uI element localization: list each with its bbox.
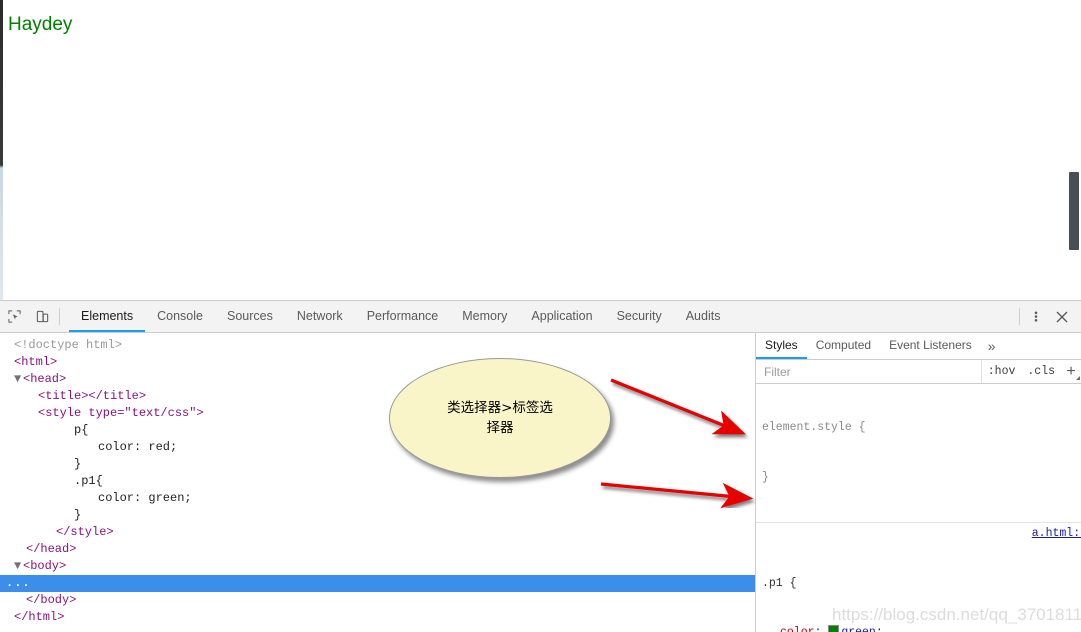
styles-filter-bar: :hov .cls + [756, 360, 1081, 384]
tab-network[interactable]: Network [285, 301, 355, 332]
dropdown-corner-icon [1076, 376, 1080, 380]
dom-line-body-open[interactable]: ▼ <body> [0, 558, 755, 575]
html-open-text: <html> [14, 355, 58, 369]
head-open-text: <head> [23, 372, 67, 386]
tab-audits[interactable]: Audits [674, 301, 733, 332]
more-options-icon[interactable] [1023, 301, 1049, 332]
source-link-p1[interactable]: a.html:9 [1032, 526, 1081, 543]
css-p1-close-text: } [74, 508, 82, 522]
css-p1-open-text: .p1{ [74, 474, 103, 488]
page-viewport: Haydey [0, 0, 1081, 300]
dom-line-doctype[interactable]: <!doctype html> [0, 337, 755, 354]
html-close-text: </html> [14, 610, 65, 624]
expand-ellipsis-icon[interactable]: ... [6, 575, 31, 592]
declaration-p1-color[interactable]: color: green; [762, 625, 1081, 632]
tab-console[interactable]: Console [145, 301, 215, 332]
styles-filter-input[interactable] [756, 360, 982, 383]
dom-line-style-open[interactable]: <style type="text/css"> [0, 405, 755, 422]
p1-selector[interactable]: .p1 { [762, 577, 797, 590]
css-p1-color-text: color: green; [98, 491, 192, 505]
css-p-close-text: } [74, 457, 82, 471]
expand-triangle-body-icon[interactable]: ▼ [14, 558, 23, 575]
dom-line-css-p1-color[interactable]: color: green; [0, 490, 755, 507]
close-icon[interactable] [1049, 301, 1075, 332]
css-p-open-text: p{ [74, 423, 89, 437]
dom-line-head-open[interactable]: ▼ <head> [0, 371, 755, 388]
tab-security[interactable]: Security [605, 301, 674, 332]
devtools-toolbar-right [1019, 301, 1081, 332]
element-style-selector: element.style { [762, 421, 866, 434]
tab-event-listeners[interactable]: Event Listeners [880, 333, 981, 359]
cls-toggle-button[interactable]: .cls [1021, 360, 1061, 383]
p1-color-property[interactable]: color [762, 625, 815, 632]
dom-line-css-p-open[interactable]: p{ [0, 422, 755, 439]
expand-triangle-head-icon[interactable]: ▼ [14, 371, 23, 388]
styles-tab-bar: Styles Computed Event Listeners » [756, 333, 1081, 360]
dom-line-body-close[interactable]: </body> [0, 592, 755, 609]
toolbar-divider [59, 308, 60, 325]
style-close-text: </style> [56, 525, 114, 539]
body-open-text: <body> [23, 559, 67, 573]
p1-color-value[interactable]: green [841, 626, 876, 632]
css-p-color-text: color: red; [98, 440, 178, 454]
style-rule-p1[interactable]: a.html:9 .p1 { color: green; } [756, 523, 1081, 632]
hov-toggle-button[interactable]: :hov [982, 360, 1022, 383]
style-open-text: <style type="text/css"> [38, 406, 204, 420]
more-tabs-icon[interactable]: » [981, 333, 1003, 359]
device-toolbar-icon[interactable] [28, 301, 56, 332]
doctype-text: <!doctype html> [14, 338, 123, 352]
tab-application[interactable]: Application [519, 301, 604, 332]
tab-computed[interactable]: Computed [807, 333, 880, 359]
dom-line-css-p-close[interactable]: } [0, 456, 755, 473]
dom-line-style-close[interactable]: </style> [0, 524, 755, 541]
head-close-text: </head> [26, 542, 77, 556]
body-close-text: </body> [26, 593, 77, 607]
dom-line-html-close[interactable]: </html> [0, 609, 755, 626]
plus-icon: + [1066, 362, 1076, 380]
toolbar-divider-right [1019, 308, 1020, 325]
devtools-tab-bar: Elements Console Sources Network Perform… [69, 301, 1019, 332]
style-rule-element-style[interactable]: element.style { } [756, 384, 1081, 523]
title-text: <title></title> [38, 389, 147, 403]
styles-pane: Styles Computed Event Listeners » :hov .… [755, 333, 1081, 632]
page-scrollbar[interactable] [1066, 0, 1081, 300]
tab-sources[interactable]: Sources [215, 301, 285, 332]
color-swatch-green[interactable] [828, 625, 840, 632]
tab-performance[interactable]: Performance [355, 301, 451, 332]
dom-line-selected-paragraph[interactable]: ... <p class="p1">Haydey</p> == $0 [0, 575, 755, 607]
tab-memory[interactable]: Memory [450, 301, 519, 332]
inspect-element-icon[interactable] [0, 301, 28, 332]
dom-line-title[interactable]: <title></title> [0, 388, 755, 405]
page-scrollbar-thumb[interactable] [1069, 172, 1079, 250]
devtools-toolbar: Elements Console Sources Network Perform… [0, 301, 1081, 333]
screenshot-root: Haydey Elements Console Sources Network … [0, 0, 1081, 632]
dom-line-css-p1-close[interactable]: } [0, 507, 755, 524]
styles-rules-list[interactable]: element.style { } a.html:9 .p1 { color: … [756, 384, 1081, 632]
dom-line-head-close[interactable]: </head> [0, 541, 755, 558]
devtools-panel: Elements Console Sources Network Perform… [0, 300, 1081, 632]
window-left-edge [0, 0, 3, 300]
dom-line-html-open[interactable]: <html> [0, 354, 755, 371]
dom-tree-pane[interactable]: <!doctype html> <html> ▼ <head> <title></… [0, 333, 755, 632]
tab-styles[interactable]: Styles [756, 333, 807, 359]
dom-line-css-p1-open[interactable]: .p1{ [0, 473, 755, 490]
dom-line-css-p-color[interactable]: color: red; [0, 439, 755, 456]
tab-elements[interactable]: Elements [69, 301, 146, 332]
element-style-close: } [762, 470, 769, 484]
devtools-body: <!doctype html> <html> ▼ <head> <title></… [0, 333, 1081, 632]
new-style-rule-button[interactable]: + [1061, 360, 1081, 383]
page-paragraph: Haydey [8, 14, 73, 35]
